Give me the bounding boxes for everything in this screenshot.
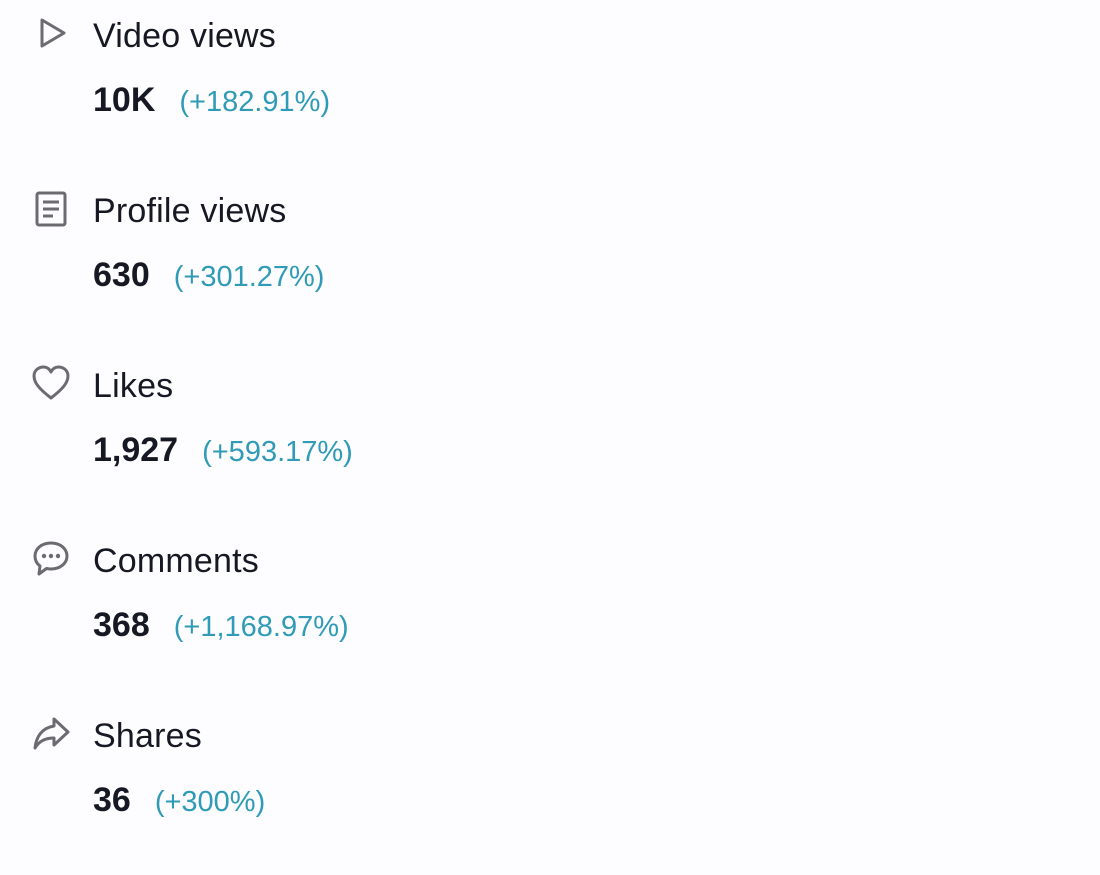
- metric-video-views: Video views 10K (+182.91%): [0, 0, 1100, 175]
- metric-profile-views: Profile views 630 (+301.27%): [0, 175, 1100, 350]
- metric-label: Shares: [93, 717, 202, 755]
- metric-label: Likes: [93, 367, 174, 405]
- metric-value: 368: [93, 606, 150, 644]
- play-icon: [40, 18, 66, 48]
- metric-value: 36: [93, 781, 131, 819]
- metric-shares: Shares 36 (+300%): [0, 700, 1100, 875]
- metric-change: (+593.17%): [202, 436, 353, 468]
- comment-icon: [33, 541, 69, 576]
- metric-value: 1,927: [93, 431, 179, 469]
- metric-value: 630: [93, 256, 150, 294]
- metric-label: Profile views: [93, 192, 287, 230]
- metric-change: (+300%): [154, 786, 266, 818]
- metric-change: (+1,168.97%): [173, 611, 349, 643]
- metric-value: 10K: [93, 81, 156, 119]
- metric-change: (+182.91%): [179, 86, 331, 118]
- metric-likes: Likes 1,927 (+593.17%): [0, 350, 1100, 525]
- document-icon: [35, 191, 67, 227]
- share-icon: [33, 717, 70, 750]
- metric-label: Video views: [93, 17, 277, 55]
- metric-change: (+301.27%): [173, 261, 325, 293]
- metric-comments: Comments 368 (+1,168.97%): [0, 525, 1100, 700]
- heart-icon: [32, 365, 70, 400]
- metric-label: Comments: [93, 542, 259, 580]
